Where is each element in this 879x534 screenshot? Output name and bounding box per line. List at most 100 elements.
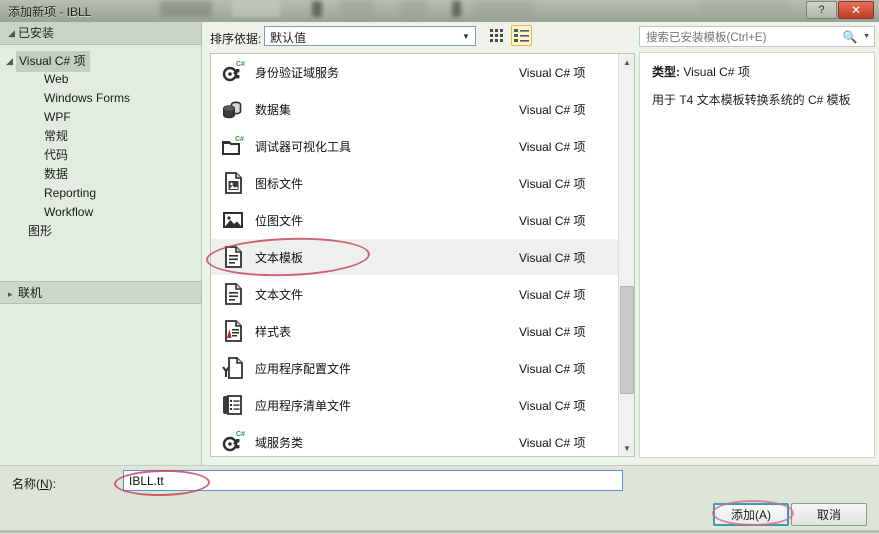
name-label-suffix: ): — [48, 477, 57, 491]
list-item[interactable]: 数据集 Visual C# 项 — [211, 91, 634, 128]
list-item-name: 文本模板 — [255, 250, 304, 265]
list-item-name: 图标文件 — [255, 176, 304, 191]
chevron-down-icon: ◢ — [6, 56, 13, 66]
chevron-down-icon[interactable]: ▼ — [863, 33, 870, 40]
detail-type-label: 类型: — [652, 65, 680, 79]
list-item-type: Visual C# 项 — [519, 287, 586, 302]
search-input[interactable] — [644, 29, 838, 47]
dataset-icon — [211, 96, 255, 122]
grid-view-button[interactable] — [486, 25, 507, 46]
list-item-type: Visual C# 项 — [519, 65, 586, 80]
list-view-button[interactable] — [511, 25, 532, 46]
name-label-prefix: 名称( — [12, 477, 40, 491]
list-item[interactable]: C# 调试器可视化工具 Visual C# 项 — [211, 128, 634, 165]
chevron-down-icon: ◢ — [8, 28, 15, 38]
help-button[interactable]: ? — [806, 1, 837, 19]
scroll-down-icon[interactable]: ▼ — [619, 440, 634, 456]
text-template-icon — [211, 244, 255, 270]
search-box[interactable]: 🔍 ▼ — [639, 26, 875, 47]
debugger-visualizer-csharp-icon: C# — [211, 133, 255, 159]
sidebar-online-label: 联机 — [18, 286, 43, 300]
list-item-type: Visual C# 项 — [519, 250, 586, 265]
list-item-name: 位图文件 — [255, 213, 304, 228]
name-field[interactable] — [123, 470, 623, 491]
list-item-type: Visual C# 项 — [519, 102, 586, 117]
sort-by-value: 默认值 — [270, 31, 307, 45]
tree-item-graphics[interactable]: 图形 — [0, 222, 201, 241]
list-scrollbar[interactable]: ▲ ▼ — [618, 54, 634, 456]
domain-service-csharp-icon: C# — [211, 59, 255, 85]
tree-item-data[interactable]: 数据 — [0, 165, 201, 184]
list-item[interactable]: 文本文件 Visual C# 项 — [211, 276, 634, 313]
list-item[interactable]: 应用程序配置文件 Visual C# 项 — [211, 350, 634, 387]
list-item[interactable]: C# 身份验证域服务 Visual C# 项 — [211, 54, 634, 91]
sidebar-header[interactable]: ◢ 已安装 — [0, 22, 201, 45]
sort-toolbar: 排序依据: 默认值 ▼ — [202, 22, 635, 53]
tree-item-windows-forms[interactable]: Windows Forms — [0, 89, 201, 108]
sidebar-section-online[interactable]: ▸ 联机 — [0, 281, 201, 304]
window-title: 添加新项 - IBLL — [8, 5, 92, 19]
svg-text:C#: C# — [236, 61, 245, 68]
tree-item-label: 图形 — [28, 224, 53, 238]
list-item-name: 身份验证域服务 — [255, 65, 340, 80]
tree-item-label: 常规 — [44, 129, 69, 143]
list-item[interactable]: 位图文件 Visual C# 项 — [211, 202, 634, 239]
list-item[interactable]: 图标文件 Visual C# 项 — [211, 165, 634, 202]
cancel-button[interactable]: 取消 — [791, 503, 867, 526]
name-input[interactable] — [124, 471, 622, 490]
tree-item-label: Reporting — [44, 186, 97, 200]
tree-item-label: Workflow — [44, 205, 94, 219]
scroll-up-icon[interactable]: ▲ — [619, 54, 634, 70]
tree-item-workflow[interactable]: Workflow — [0, 203, 201, 222]
tree-item-code[interactable]: 代码 — [0, 146, 201, 165]
add-button[interactable]: 添加(A) — [713, 503, 789, 526]
template-details: 类型: Visual C# 项 用于 T4 文本模板转换系统的 C# 模板 — [639, 52, 875, 458]
list-item[interactable]: 应用程序清单文件 Visual C# 项 — [211, 387, 634, 424]
tree-item-wpf[interactable]: WPF — [0, 108, 201, 127]
background-ghost — [400, 1, 426, 17]
tree-item-visual-csharp[interactable]: ◢ Visual C# 项 — [0, 51, 201, 72]
list-view-icon — [514, 29, 529, 42]
svg-text:C#: C# — [236, 431, 245, 438]
list-item-type: Visual C# 项 — [519, 139, 586, 154]
list-item-type: Visual C# 项 — [519, 213, 586, 228]
list-item[interactable]: 样式表 Visual C# 项 — [211, 313, 634, 350]
chevron-right-icon: ▸ — [8, 289, 13, 299]
sort-by-dropdown[interactable]: 默认值 ▼ — [264, 26, 476, 46]
tree-item-label: Visual C# 项 — [16, 51, 91, 72]
add-new-item-dialog: 添加新项 - IBLL ? ✕ ◢ 已安装 ◢ Visual C# 项 Web Wi… — [0, 0, 879, 534]
tree-item-reporting[interactable]: Reporting — [0, 184, 201, 203]
sidebar-header-label: 已安装 — [18, 26, 55, 40]
list-item-type: Visual C# 项 — [519, 435, 586, 450]
app-manifest-file-icon — [211, 392, 255, 418]
list-item-name: 域服务类 — [255, 435, 304, 450]
list-item-name: 调试器可视化工具 — [255, 139, 352, 154]
tree-item-label: Windows Forms — [44, 91, 131, 105]
background-ghost — [160, 1, 212, 17]
list-item[interactable]: C# 域服务类 Visual C# 项 — [211, 424, 634, 456]
installed-templates-sidebar: ◢ 已安装 ◢ Visual C# 项 Web Windows Forms WPF … — [0, 22, 202, 465]
list-item-type: Visual C# 项 — [519, 324, 586, 339]
chevron-down-icon[interactable]: ▼ — [458, 28, 474, 44]
detail-description: 用于 T4 文本模板转换系统的 C# 模板 — [652, 93, 851, 107]
list-item-type: Visual C# 项 — [519, 361, 586, 376]
background-ghost — [474, 1, 534, 17]
sort-by-label: 排序依据: — [210, 32, 262, 46]
list-item-type: Visual C# 项 — [519, 176, 586, 191]
list-item-selected[interactable]: 文本模板 Visual C# 项 — [211, 239, 634, 276]
template-list-panel: 排序依据: 默认值 ▼ C# 身份验证域服务 Visual C# 项 数据集 V… — [202, 22, 635, 465]
close-button[interactable]: ✕ — [838, 1, 874, 19]
name-label-accesskey: N — [40, 477, 49, 491]
domain-service-class-icon: C# — [211, 429, 255, 455]
list-item-type: Visual C# 项 — [519, 398, 586, 413]
list-item-name: 样式表 — [255, 324, 292, 339]
search-icon[interactable]: 🔍 — [842, 29, 858, 45]
background-ghost — [232, 1, 280, 17]
tree-item-web[interactable]: Web — [0, 70, 201, 89]
scrollbar-thumb[interactable] — [620, 286, 634, 394]
list-item-name: 数据集 — [255, 102, 292, 117]
tree-item-label: Web — [44, 72, 69, 86]
tree-item-general[interactable]: 常规 — [0, 127, 201, 146]
bitmap-file-icon — [211, 207, 255, 233]
template-list[interactable]: C# 身份验证域服务 Visual C# 项 数据集 Visual C# 项 C… — [210, 53, 635, 457]
